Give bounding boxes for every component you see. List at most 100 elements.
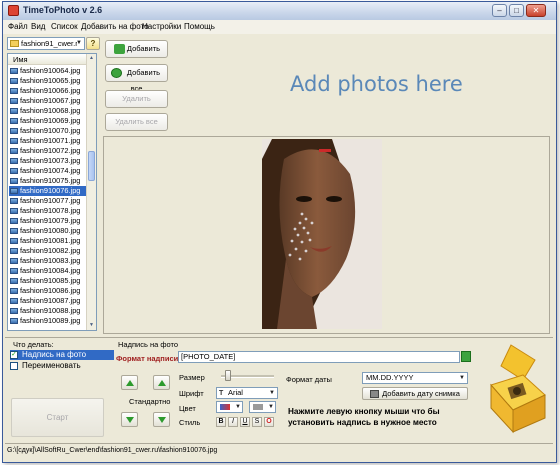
placement-hint: Нажмите левую кнопку мыши что бы установ… [288,407,440,427]
file-name: fashion910072.jpg [20,146,81,155]
list-item[interactable]: fashion910067.jpg [9,96,88,106]
status-bar: G:\[сдук]\AllSoftRu_Cwer\end\fashion91_c… [5,443,553,457]
bg-color-select[interactable]: ▼ [249,401,276,413]
chevron-down-icon[interactable]: ▼ [234,402,242,413]
add-date-button[interactable]: Добавить дату снимка [362,387,468,400]
file-list[interactable]: Имя fashion910064.jpg fashion910065.jpg fa… [7,53,97,331]
arrow-down-left-button[interactable] [121,412,138,427]
title-bar[interactable]: TimeToPhoto v 2.6 – □ ✕ [3,2,556,21]
list-item[interactable]: fashion910081.jpg [9,236,88,246]
file-name: fashion910068.jpg [20,106,81,115]
file-icon [10,248,18,254]
list-item[interactable]: fashion910074.jpg [9,166,88,176]
folder-select[interactable]: fashion91_cwer.r ▼ [7,37,85,50]
list-item[interactable]: fashion910087.jpg [9,296,88,306]
chevron-down-icon[interactable]: ▼ [74,38,84,49]
logo-icon [490,344,546,434]
caption-checkbox[interactable]: ✓ [10,351,18,359]
menu-list[interactable]: Список [51,22,78,31]
action-caption[interactable]: ✓ Надпись на фото [10,350,114,360]
list-item[interactable]: fashion910082.jpg [9,246,88,256]
size-slider-thumb[interactable] [225,370,231,381]
menu-file[interactable]: Файл [8,22,28,31]
list-item[interactable]: fashion910073.jpg [9,156,88,166]
underline-button[interactable]: U [240,417,250,427]
format-input[interactable]: [PHOTO_DATE] [178,351,460,363]
scroll-thumb[interactable] [88,151,95,181]
file-list-scrollbar[interactable]: ▲ ▼ [86,54,96,330]
help-icon[interactable]: ? [86,37,100,50]
arrow-up-left-button[interactable] [121,375,138,390]
size-label: Размер [179,373,205,382]
list-item[interactable]: fashion910076.jpg [9,186,88,196]
add-button[interactable]: Добавить [105,40,168,58]
rename-checkbox[interactable] [10,362,18,370]
file-name: fashion910064.jpg [20,66,81,75]
menu-settings[interactable]: Настройки [142,22,181,31]
file-icon [10,158,18,164]
action-rename[interactable]: Переименовать [10,361,81,371]
file-icon [10,238,18,244]
list-item[interactable]: fashion910068.jpg [9,106,88,116]
menu-view[interactable]: Вид [31,22,45,31]
list-item[interactable]: fashion910066.jpg [9,86,88,96]
chevron-down-icon[interactable]: ▼ [267,388,277,399]
list-item[interactable]: fashion910079.jpg [9,216,88,226]
list-item[interactable]: fashion910075.jpg [9,176,88,186]
list-item[interactable]: fashion910080.jpg [9,226,88,236]
maximize-button[interactable]: □ [509,4,524,17]
file-icon [10,138,18,144]
file-icon [10,318,18,324]
list-item[interactable]: fashion910084.jpg [9,266,88,276]
arrow-up-right-button[interactable] [153,375,170,390]
list-item[interactable]: fashion910089.jpg [9,316,88,326]
list-item[interactable]: fashion910083.jpg [9,256,88,266]
date-format-select[interactable]: MM.DD.YYYY ▼ [362,372,468,384]
remove-button[interactable]: Удалить [105,90,168,108]
scroll-down-icon[interactable]: ▼ [87,321,96,330]
file-icon [10,108,18,114]
font-label: Шрифт [179,389,204,398]
chevron-down-icon[interactable]: ▼ [457,373,467,384]
arrow-down-right-button[interactable] [153,412,170,427]
arrow-down-icon [126,417,134,423]
bold-button[interactable]: B [216,417,226,427]
list-item[interactable]: fashion910065.jpg [9,76,88,86]
menu-help[interactable]: Помощь [184,22,215,31]
add-all-button[interactable]: Добавить все [105,64,168,93]
minimize-button[interactable]: – [492,4,507,17]
font-select[interactable]: T Arial ▼ [216,387,278,399]
list-item[interactable]: fashion910085.jpg [9,276,88,286]
menu-add-to-photo[interactable]: Добавить на фото [81,22,149,31]
strike-button[interactable]: S [252,417,262,427]
text-color-select[interactable]: ▼ [216,401,243,413]
italic-button[interactable]: I [228,417,238,427]
list-item[interactable]: fashion910069.jpg [9,116,88,126]
list-item[interactable]: fashion910064.jpg [9,66,88,76]
list-item[interactable]: fashion910072.jpg [9,146,88,156]
list-item[interactable]: fashion910077.jpg [9,196,88,206]
remove-all-button[interactable]: Удалить все [105,113,168,131]
actions-title: Что делать: [13,340,54,349]
list-header-name[interactable]: Имя [8,54,88,65]
file-name: fashion910079.jpg [20,216,81,225]
bg-color-icon [253,404,263,410]
add-photos-hint[interactable]: Add photos here [290,72,463,96]
file-name: fashion910070.jpg [20,126,81,135]
file-icon [10,308,18,314]
go-icon[interactable] [461,351,471,362]
close-button[interactable]: ✕ [526,4,546,17]
file-name: fashion910074.jpg [20,166,81,175]
list-item[interactable]: fashion910086.jpg [9,286,88,296]
file-name: fashion910082.jpg [20,246,81,255]
arrow-down-icon [158,417,166,423]
outline-button[interactable]: O [264,417,274,427]
chevron-down-icon[interactable]: ▼ [267,402,275,413]
list-item[interactable]: fashion910071.jpg [9,136,88,146]
start-button[interactable]: Старт [11,398,104,437]
photo-preview[interactable] [262,139,382,329]
scroll-up-icon[interactable]: ▲ [87,54,96,63]
list-item[interactable]: fashion910078.jpg [9,206,88,216]
list-item[interactable]: fashion910088.jpg [9,306,88,316]
list-item[interactable]: fashion910070.jpg [9,126,88,136]
